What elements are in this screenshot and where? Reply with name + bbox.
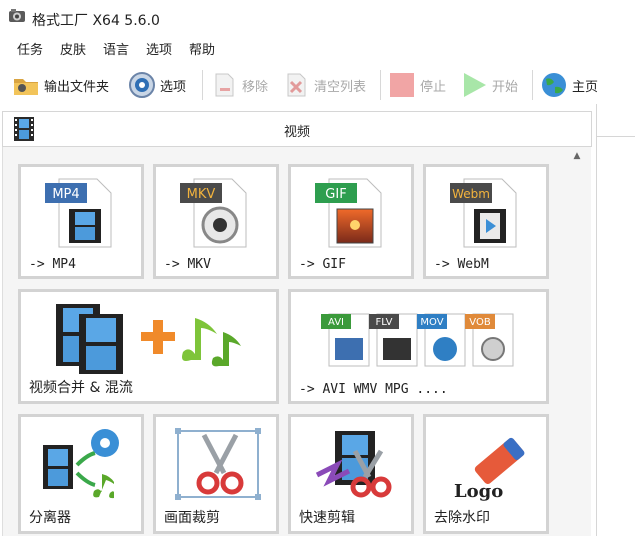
stop-label: 停止 [420, 79, 447, 95]
mkv-file-icon: MKV [180, 178, 247, 248]
gif-file-icon: GIF [315, 178, 382, 248]
tile-splitter-label: 分离器 [29, 510, 71, 526]
tile-mp4[interactable]: MP4 -> MP4 [18, 164, 144, 279]
scroll-up-arrow-icon[interactable]: ▲ [569, 150, 585, 162]
tile-merge[interactable]: 视频合并 & 混流 [18, 289, 279, 404]
menu-options[interactable]: 选项 [144, 41, 174, 61]
app-icon [9, 9, 25, 22]
task-pane-header-line [597, 136, 635, 137]
gear-icon [129, 72, 155, 98]
remove-button[interactable]: 移除 [210, 66, 268, 104]
globe-icon [542, 73, 566, 97]
home-button[interactable]: 主页 [540, 66, 598, 104]
tile-webm-label: -> WebM [434, 257, 489, 272]
tile-crop-label: 画面裁剪 [164, 510, 220, 526]
stop-button[interactable]: 停止 [388, 66, 446, 104]
start-button[interactable]: 开始 [460, 66, 518, 104]
tile-other-formats[interactable]: AVI FLV MOV VOB -> AVI WMV MPG .... [288, 289, 549, 404]
toolbar-separator [380, 70, 381, 100]
output-folder-button[interactable]: 输出文件夹 [12, 66, 109, 104]
home-label: 主页 [572, 79, 599, 95]
merge-icon [56, 304, 241, 374]
mkv-badge-text: MKV [187, 187, 216, 202]
menu-bar: 任务 皮肤 语言 选项 帮助 [0, 41, 635, 63]
menu-skin[interactable]: 皮肤 [58, 41, 88, 61]
play-icon [464, 73, 486, 97]
tile-fast-cut-label: 快速剪辑 [299, 510, 355, 526]
mp4-badge-text: MP4 [52, 187, 79, 202]
avi-badge-text: AVI [328, 317, 344, 328]
menu-task[interactable]: 任务 [15, 41, 45, 61]
menu-help[interactable]: 帮助 [187, 41, 217, 61]
webm-file-icon: Webm [450, 178, 517, 248]
tile-remove-watermark-label: 去除水印 [434, 510, 490, 526]
flv-badge-text: FLV [375, 317, 392, 328]
vob-badge-text: VOB [469, 317, 491, 328]
splitter-icon [43, 429, 119, 499]
title-bar: 格式工厂 X64 5.6.0 [0, 0, 635, 30]
video-section-header[interactable]: 视频 [2, 111, 592, 147]
toolbar-separator [202, 70, 203, 100]
remove-label: 移除 [242, 79, 269, 95]
eraser-icon: Logo [454, 437, 525, 502]
crop-icon [175, 428, 261, 500]
remove-file-icon [215, 73, 234, 97]
mp4-file-icon: MP4 [45, 178, 112, 248]
logo-text: Logo [454, 481, 503, 502]
right-task-pane [596, 104, 635, 536]
tile-gif-label: -> GIF [299, 257, 346, 272]
toolbar: 输出文件夹 选项 移除 清空列表 停止 开始 主页 [0, 66, 635, 106]
other-formats-icon: AVI FLV MOV VOB [321, 313, 514, 367]
tile-remove-watermark[interactable]: Logo 去除水印 [423, 414, 549, 534]
clear-list-label: 清空列表 [314, 79, 367, 95]
fast-cut-icon [315, 431, 392, 498]
tile-mkv-label: -> MKV [164, 257, 211, 272]
tile-splitter[interactable]: 分离器 [18, 414, 144, 534]
tile-merge-label: 视频合并 & 混流 [29, 380, 133, 396]
tile-fast-cut[interactable]: 快速剪辑 [288, 414, 414, 534]
options-label: 选项 [160, 79, 187, 95]
section-title: 视频 [283, 125, 310, 140]
clear-list-button[interactable]: 清空列表 [282, 66, 366, 104]
start-label: 开始 [492, 79, 519, 95]
tile-crop[interactable]: 画面裁剪 [153, 414, 279, 534]
tile-other-formats-label: -> AVI WMV MPG .... [299, 382, 448, 397]
clear-list-icon [287, 73, 306, 97]
folder-icon [14, 79, 38, 95]
tile-mp4-label: -> MP4 [29, 257, 76, 272]
mov-badge-text: MOV [420, 317, 443, 328]
toolbar-separator [532, 70, 533, 100]
tile-mkv[interactable]: MKV -> MKV [153, 164, 279, 279]
output-folder-label: 输出文件夹 [44, 79, 110, 95]
tile-webm[interactable]: Webm -> WebM [423, 164, 549, 279]
stop-icon [390, 73, 414, 97]
gif-badge-text: GIF [325, 187, 346, 202]
options-button[interactable]: 选项 [128, 66, 186, 104]
tile-gif[interactable]: GIF -> GIF [288, 164, 414, 279]
window-title: 格式工厂 X64 5.6.0 [32, 13, 160, 29]
webm-badge-text: Webm [452, 187, 490, 201]
menu-language[interactable]: 语言 [101, 41, 131, 61]
